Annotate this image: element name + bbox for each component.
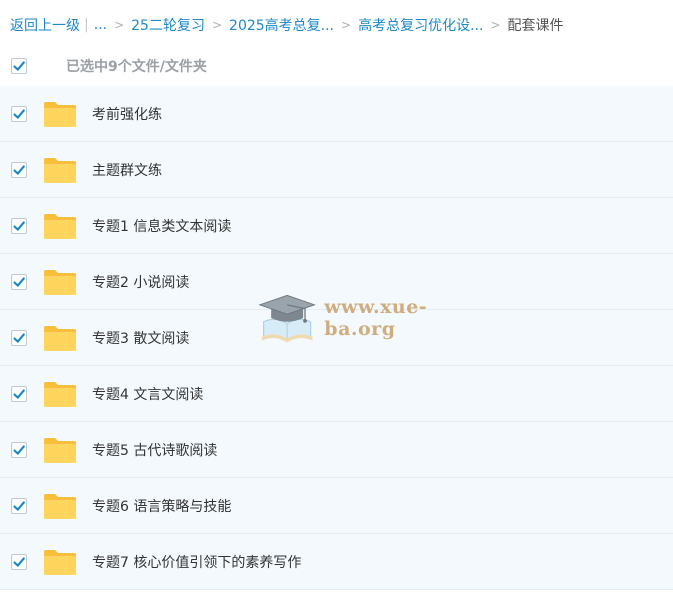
- breadcrumb-item[interactable]: 2025高考总复...: [229, 15, 334, 35]
- file-name[interactable]: 主题群文练: [92, 160, 162, 180]
- breadcrumb: 返回上一级 | ... > 25二轮复习 > 2025高考总复... > 高考总…: [10, 14, 564, 36]
- checkmark-icon: [13, 388, 25, 399]
- file-name[interactable]: 专题2 小说阅读: [92, 272, 189, 292]
- breadcrumb-separator-icon: >: [490, 18, 501, 32]
- file-checkbox[interactable]: [11, 217, 27, 234]
- file-row[interactable]: 专题6 语言策略与技能: [0, 478, 673, 534]
- file-checkbox[interactable]: [11, 553, 27, 570]
- file-name[interactable]: 专题5 古代诗歌阅读: [92, 440, 217, 460]
- select-all-bar: 已选中9个文件/文件夹: [0, 52, 673, 80]
- file-row[interactable]: 专题5 古代诗歌阅读: [0, 422, 673, 478]
- selection-count-text: 已选中9个文件/文件夹: [66, 59, 207, 75]
- folder-icon: [44, 325, 76, 351]
- file-list: 考前强化练主题群文练专题1 信息类文本阅读 专题2 小说阅读 专题3 散文阅读 专题4…: [0, 86, 673, 590]
- breadcrumb-item[interactable]: 高考总复习优化设...: [358, 15, 483, 35]
- file-checkbox[interactable]: [11, 385, 27, 402]
- breadcrumb-current: 配套课件: [507, 18, 564, 34]
- file-checkbox[interactable]: [11, 273, 27, 290]
- file-checkbox[interactable]: [11, 441, 27, 458]
- checkmark-icon: [13, 556, 25, 567]
- folder-icon: [44, 213, 76, 239]
- file-row[interactable]: 专题7 核心价值引领下的素养写作: [0, 534, 673, 590]
- file-row[interactable]: 专题4 文言文阅读: [0, 366, 673, 422]
- breadcrumb-item[interactable]: 25二轮复习: [131, 15, 205, 35]
- file-name[interactable]: 专题4 文言文阅读: [92, 384, 203, 404]
- breadcrumb-separator-icon: >: [341, 18, 352, 32]
- file-name[interactable]: 专题6 语言策略与技能: [92, 496, 231, 516]
- checkmark-icon: [13, 276, 25, 287]
- checkmark-icon: [13, 61, 25, 71]
- checkmark-icon: [13, 444, 25, 455]
- folder-icon: [44, 269, 76, 295]
- folder-icon: [44, 549, 76, 575]
- file-name[interactable]: 专题3 散文阅读: [92, 328, 189, 348]
- checkmark-icon: [13, 164, 25, 175]
- checkmark-icon: [13, 220, 25, 231]
- file-row[interactable]: 专题3 散文阅读: [0, 310, 673, 366]
- file-name[interactable]: 考前强化练: [92, 104, 162, 124]
- back-link[interactable]: 返回上一级: [10, 15, 80, 35]
- file-checkbox[interactable]: [11, 161, 27, 178]
- file-row[interactable]: 专题1 信息类文本阅读: [0, 198, 673, 254]
- file-name[interactable]: 专题7 核心价值引领下的素养写作: [92, 552, 301, 572]
- folder-icon: [44, 437, 76, 463]
- checkmark-icon: [13, 332, 25, 343]
- checkmark-icon: [13, 108, 25, 119]
- checkmark-icon: [13, 500, 25, 511]
- file-row[interactable]: 考前强化练: [0, 86, 673, 142]
- select-all-checkbox[interactable]: [11, 58, 27, 74]
- file-row[interactable]: 专题2 小说阅读: [0, 254, 673, 310]
- folder-icon: [44, 101, 76, 127]
- breadcrumb-separator-icon: >: [211, 18, 223, 32]
- breadcrumb-divider: |: [84, 17, 89, 33]
- file-checkbox[interactable]: [11, 105, 27, 122]
- file-row[interactable]: 主题群文练: [0, 142, 673, 198]
- file-name[interactable]: 专题1 信息类文本阅读: [92, 216, 231, 236]
- breadcrumb-separator-icon: >: [114, 18, 125, 32]
- folder-icon: [44, 493, 76, 519]
- file-checkbox[interactable]: [11, 329, 27, 346]
- breadcrumb-ellipsis[interactable]: ...: [94, 17, 107, 33]
- file-checkbox[interactable]: [11, 497, 27, 514]
- folder-icon: [44, 157, 76, 183]
- folder-icon: [44, 381, 76, 407]
